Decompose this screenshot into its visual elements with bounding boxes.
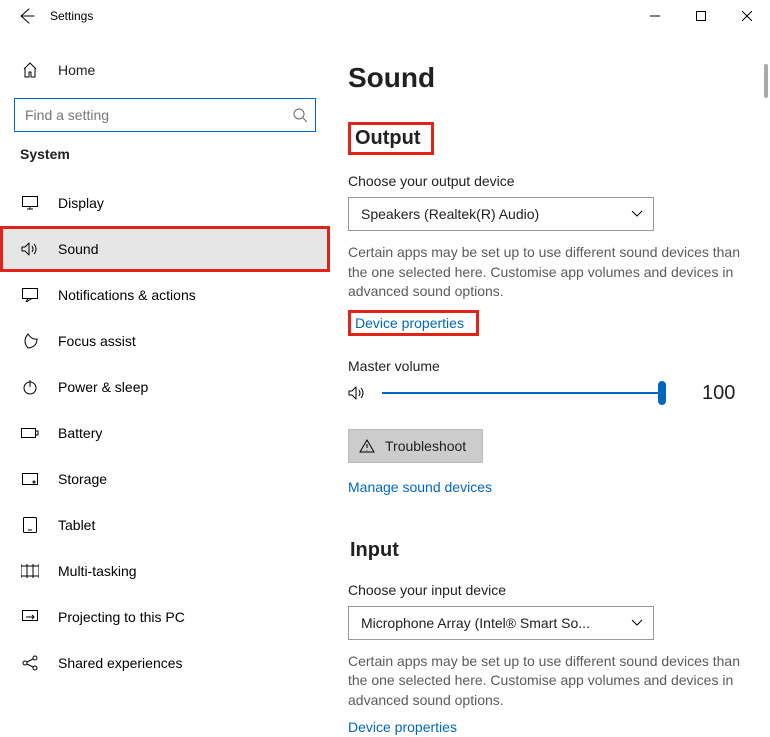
- input-device-label: Choose your input device: [348, 582, 748, 598]
- battery-icon: [20, 427, 40, 439]
- sidebar-item-label: Storage: [58, 471, 107, 487]
- sidebar-item-shared-experiences[interactable]: Shared experiences: [0, 640, 330, 686]
- sidebar-item-notifications[interactable]: Notifications & actions: [0, 272, 330, 318]
- tablet-icon: [20, 517, 40, 533]
- output-device-properties-link[interactable]: Device properties: [355, 315, 464, 331]
- scrollbar[interactable]: [764, 34, 768, 737]
- shared-icon: [20, 655, 40, 671]
- sidebar-home-label: Home: [58, 62, 95, 78]
- master-volume-label: Master volume: [348, 358, 748, 374]
- input-device-dropdown[interactable]: Microphone Array (Intel® Smart So...: [348, 606, 654, 640]
- maximize-icon: [696, 11, 706, 21]
- search-icon: [293, 108, 307, 122]
- input-device-properties-link[interactable]: Device properties: [348, 719, 457, 735]
- manage-sound-devices-link[interactable]: Manage sound devices: [348, 479, 492, 495]
- sidebar-item-label: Projecting to this PC: [58, 609, 185, 625]
- sidebar-item-multitasking[interactable]: Multi-tasking: [0, 548, 330, 594]
- multitasking-icon: [20, 564, 40, 578]
- storage-icon: [20, 473, 40, 485]
- display-icon: [20, 196, 40, 210]
- close-button[interactable]: [724, 0, 770, 32]
- page-title: Sound: [348, 62, 748, 94]
- search-box[interactable]: [14, 98, 316, 132]
- volume-slider-thumb[interactable]: [658, 381, 666, 405]
- window-controls: [632, 0, 770, 32]
- sidebar-item-label: Battery: [58, 425, 102, 441]
- scrollbar-thumb[interactable]: [764, 64, 768, 98]
- sidebar-item-label: Display: [58, 195, 104, 211]
- sidebar-item-focus-assist[interactable]: Focus assist: [0, 318, 330, 364]
- input-device-value: Microphone Array (Intel® Smart So...: [361, 615, 590, 631]
- volume-icon[interactable]: [348, 385, 368, 401]
- minimize-button[interactable]: [632, 0, 678, 32]
- sidebar-item-label: Power & sleep: [58, 379, 148, 395]
- volume-slider[interactable]: [382, 392, 662, 394]
- sidebar-item-battery[interactable]: Battery: [0, 410, 330, 456]
- chevron-down-icon: [631, 619, 643, 627]
- output-heading: Output: [348, 122, 434, 155]
- back-button[interactable]: [6, 0, 46, 32]
- sidebar-item-sound[interactable]: Sound: [0, 226, 330, 272]
- search-input[interactable]: [25, 107, 293, 123]
- window-title: Settings: [50, 9, 93, 23]
- sidebar-item-label: Tablet: [58, 517, 95, 533]
- focus-assist-icon: [20, 333, 40, 349]
- output-device-dropdown[interactable]: Speakers (Realtek(R) Audio): [348, 197, 654, 231]
- section-heading: System: [0, 146, 330, 162]
- troubleshoot-label: Troubleshoot: [385, 438, 466, 454]
- output-device-value: Speakers (Realtek(R) Audio): [361, 206, 539, 222]
- sidebar-item-label: Multi-tasking: [58, 563, 137, 579]
- home-icon: [20, 62, 40, 78]
- projecting-icon: [20, 610, 40, 624]
- sidebar-item-power-sleep[interactable]: Power & sleep: [0, 364, 330, 410]
- sidebar-item-label: Notifications & actions: [58, 287, 196, 303]
- warning-icon: [359, 439, 375, 453]
- sidebar: Home System Display Sound Notifications …: [0, 32, 330, 737]
- sidebar-home[interactable]: Home: [0, 50, 330, 90]
- volume-value: 100: [702, 382, 735, 405]
- sidebar-item-storage[interactable]: Storage: [0, 456, 330, 502]
- chevron-down-icon: [631, 210, 643, 218]
- arrow-left-icon: [17, 7, 35, 25]
- sidebar-item-display[interactable]: Display: [0, 180, 330, 226]
- content-pane: Sound Output Choose your output device S…: [330, 32, 770, 737]
- output-device-label: Choose your output device: [348, 173, 748, 189]
- close-icon: [742, 11, 752, 21]
- sidebar-item-projecting[interactable]: Projecting to this PC: [0, 594, 330, 640]
- minimize-icon: [650, 11, 660, 21]
- input-heading: Input: [348, 537, 407, 564]
- output-help-text: Certain apps may be set up to use differ…: [348, 243, 748, 302]
- sidebar-item-label: Focus assist: [58, 333, 136, 349]
- sidebar-item-label: Shared experiences: [58, 655, 183, 671]
- troubleshoot-button[interactable]: Troubleshoot: [348, 429, 483, 463]
- input-help-text: Certain apps may be set up to use differ…: [348, 652, 748, 711]
- power-icon: [20, 379, 40, 395]
- sidebar-item-tablet[interactable]: Tablet: [0, 502, 330, 548]
- sidebar-item-label: Sound: [58, 241, 98, 257]
- notifications-icon: [20, 288, 40, 302]
- maximize-button[interactable]: [678, 0, 724, 32]
- sound-icon: [20, 242, 40, 256]
